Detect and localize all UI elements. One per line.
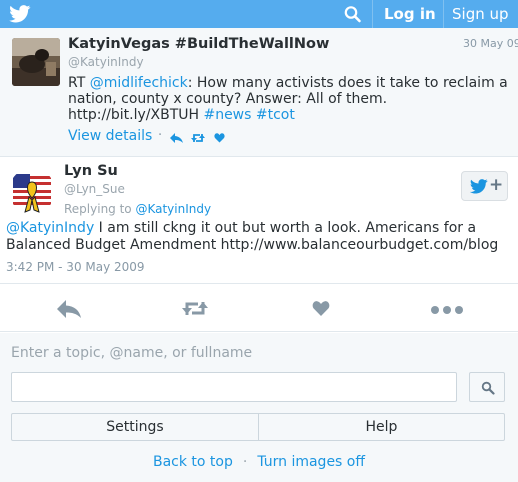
search-input[interactable] (11, 372, 457, 402)
tweet-timestamp: 3:42 PM - 30 May 2009 (6, 260, 145, 274)
replying-to-link[interactable]: @KatyinIndy (135, 202, 211, 216)
replying-prefix: Replying to (64, 202, 136, 216)
top-navigation-bar: Log in Sign up (0, 0, 518, 28)
search-button[interactable] (469, 372, 505, 402)
search-icon (481, 381, 495, 395)
follow-plus: + (489, 175, 504, 195)
author-name[interactable]: KatyinVegas #BuildTheWallNow (68, 36, 329, 52)
rt-prefix: RT (68, 75, 90, 91)
hashtag-link[interactable]: #tcot (256, 107, 295, 123)
back-to-top-link[interactable]: Back to top (153, 454, 233, 470)
reply-icon[interactable] (57, 299, 81, 319)
like-icon[interactable] (214, 132, 225, 144)
author-handle[interactable]: @Lyn_Sue (64, 182, 125, 196)
retweet-icon[interactable] (191, 132, 205, 144)
signup-link[interactable]: Sign up (452, 5, 509, 23)
separator-dot: · (242, 454, 248, 470)
follow-bird-plus-icon (470, 179, 488, 194)
parent-tweet[interactable]: KatyinVegas #BuildTheWallNow @KatyinIndy… (0, 28, 518, 157)
header-divider (372, 0, 373, 28)
tweet-actions-bar (0, 285, 518, 332)
reply-icon[interactable] (170, 132, 183, 144)
mention-link[interactable]: @KatyinIndy (6, 220, 94, 236)
tweet-date: 30 May 09 (463, 37, 518, 50)
more-icon[interactable] (430, 305, 464, 315)
header-divider (443, 0, 444, 28)
settings-button[interactable]: Settings (12, 414, 258, 440)
tweet-text: @KatyinIndy I am still ckng it out but w… (6, 220, 514, 254)
settings-help-buttons: Settings Help (11, 413, 505, 441)
turn-images-off-link[interactable]: Turn images off (257, 454, 365, 470)
hashtag-link[interactable]: #news (203, 107, 251, 123)
avatar[interactable] (9, 168, 55, 214)
author-name[interactable]: Lyn Su (64, 163, 118, 179)
avatar[interactable] (12, 38, 60, 86)
mention-link[interactable]: @midlifechick (90, 75, 188, 91)
login-link[interactable]: Log in (384, 5, 436, 23)
view-details-link[interactable]: View details (68, 128, 152, 144)
bottom-links: Back to top · Turn images off (0, 454, 518, 470)
separator-dot: · (158, 128, 163, 143)
like-icon[interactable] (312, 300, 330, 317)
retweet-icon[interactable] (181, 299, 209, 319)
search-label: Enter a topic, @name, or fullname (11, 345, 253, 361)
main-tweet: Lyn Su @Lyn_Sue Replying to @KatyinIndy … (0, 157, 518, 284)
search-icon[interactable] (343, 5, 363, 23)
tweet-text: RT @midlifechick: How many activists doe… (68, 75, 513, 123)
follow-button[interactable]: + (461, 171, 508, 201)
footer: Enter a topic, @name, or fullname Settin… (0, 333, 518, 482)
replying-to: Replying to @KatyinIndy (64, 202, 211, 216)
author-handle[interactable]: @KatyinIndy (68, 55, 144, 69)
help-button[interactable]: Help (259, 414, 504, 440)
twitter-bird-icon[interactable] (9, 5, 31, 23)
